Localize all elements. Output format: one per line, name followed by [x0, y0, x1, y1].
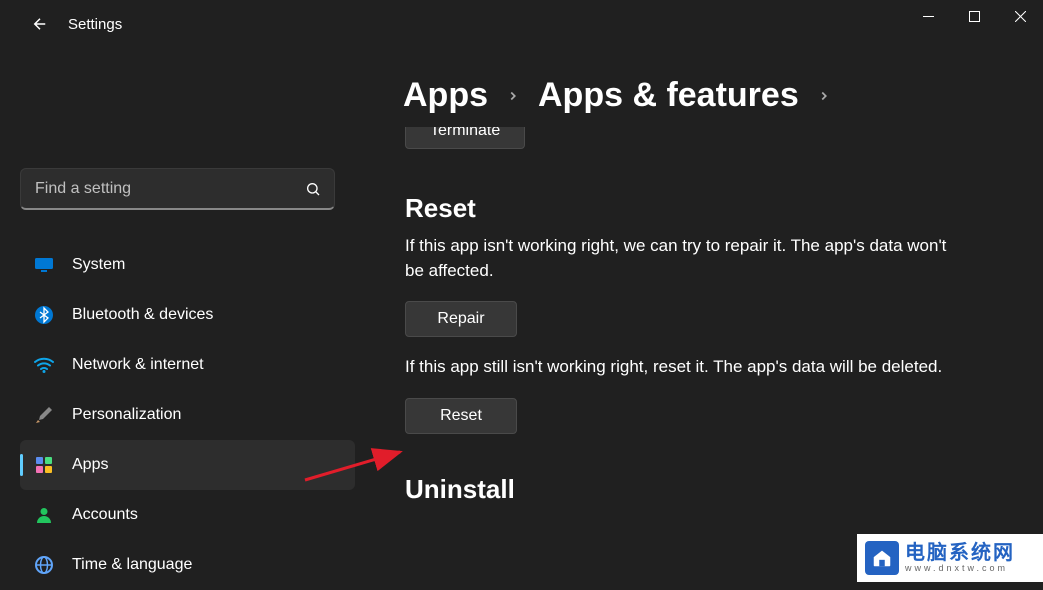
sidebar-item-label: Time & language — [72, 556, 192, 574]
sidebar-item-time-language[interactable]: Time & language — [20, 540, 355, 590]
account-icon — [34, 505, 54, 525]
breadcrumb: Apps Apps & features — [403, 76, 1003, 115]
maximize-button[interactable] — [951, 0, 997, 32]
sidebar-item-label: Apps — [72, 456, 108, 474]
sidebar-item-label: Network & internet — [72, 356, 204, 374]
app-title: Settings — [68, 16, 122, 33]
window-controls — [905, 0, 1043, 32]
sidebar-item-personalization[interactable]: Personalization — [20, 390, 355, 440]
maximize-icon — [969, 11, 980, 22]
titlebar: Settings — [0, 0, 1043, 48]
brush-icon — [34, 405, 54, 425]
sidebar-item-label: Bluetooth & devices — [72, 306, 213, 324]
search-input[interactable] — [20, 168, 335, 210]
wifi-icon — [34, 355, 54, 375]
terminate-button[interactable]: Terminate — [405, 127, 525, 149]
apps-icon — [34, 455, 54, 475]
sidebar-item-system[interactable]: System — [20, 240, 355, 290]
close-button[interactable] — [997, 0, 1043, 32]
reset-description: If this app still isn't working right, r… — [405, 355, 1003, 380]
reset-button[interactable]: Reset — [405, 398, 517, 434]
sidebar-item-label: Accounts — [72, 506, 138, 524]
sidebar-item-network[interactable]: Network & internet — [20, 340, 355, 390]
bluetooth-icon — [34, 305, 54, 325]
watermark-url: www.dnxtw.com — [905, 564, 1015, 574]
watermark-logo-icon — [865, 541, 899, 575]
uninstall-heading: Uninstall — [405, 474, 1003, 505]
chevron-right-icon — [817, 89, 831, 103]
sidebar-item-apps[interactable]: Apps — [20, 440, 355, 490]
nav-list: System Bluetooth & devices Network & int… — [20, 240, 355, 590]
sidebar-item-accounts[interactable]: Accounts — [20, 490, 355, 540]
repair-button[interactable]: Repair — [405, 301, 517, 337]
back-arrow-icon — [31, 15, 49, 33]
sidebar-item-label: Personalization — [72, 406, 181, 424]
breadcrumb-page[interactable]: Apps & features — [538, 76, 799, 115]
sidebar: System Bluetooth & devices Network & int… — [0, 48, 355, 582]
repair-description: If this app isn't working right, we can … — [405, 234, 965, 283]
main-content: Apps Apps & features Terminate Reset If … — [355, 48, 1043, 582]
search-icon — [305, 181, 321, 197]
minimize-button[interactable] — [905, 0, 951, 32]
reset-heading: Reset — [405, 193, 1003, 224]
sidebar-item-bluetooth[interactable]: Bluetooth & devices — [20, 290, 355, 340]
monitor-icon — [34, 255, 54, 275]
sidebar-item-label: System — [72, 256, 125, 274]
watermark: 电脑系统网 www.dnxtw.com — [857, 534, 1043, 582]
minimize-icon — [923, 11, 934, 22]
globe-icon — [34, 555, 54, 575]
breadcrumb-root[interactable]: Apps — [403, 76, 488, 115]
search-container — [20, 168, 335, 210]
back-button[interactable] — [20, 4, 60, 44]
chevron-right-icon — [506, 89, 520, 103]
watermark-title: 电脑系统网 — [905, 542, 1015, 564]
close-icon — [1015, 11, 1026, 22]
